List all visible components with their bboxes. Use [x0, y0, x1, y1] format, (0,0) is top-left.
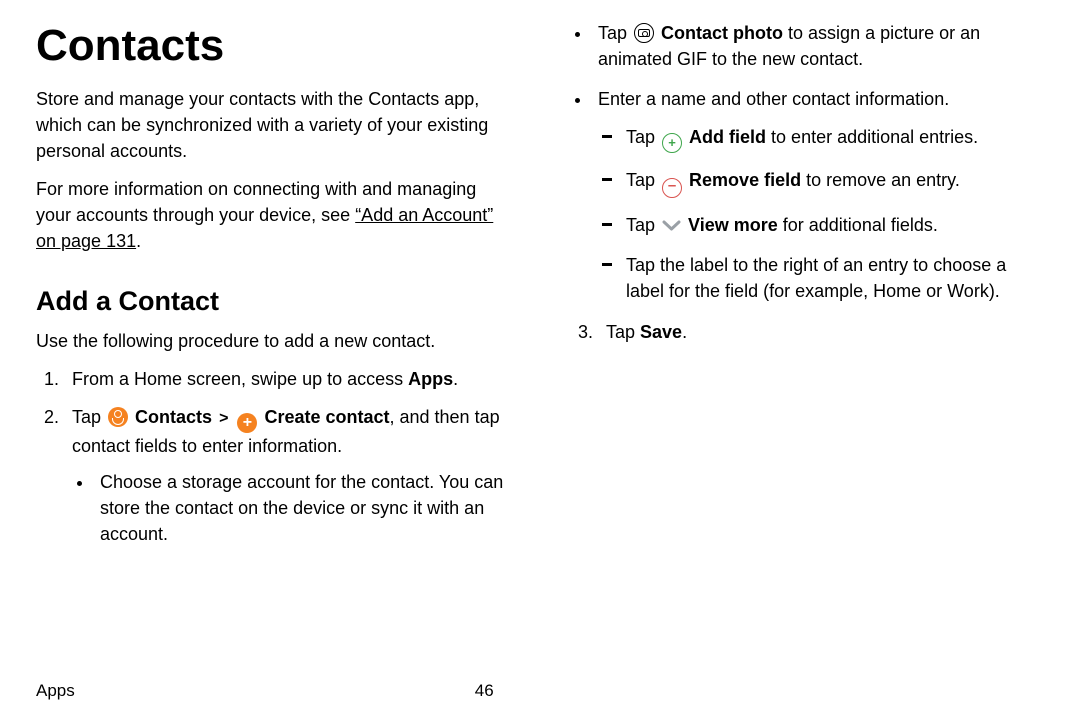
page-footer: Apps 46: [36, 675, 1044, 720]
d2-pre: Tap: [626, 170, 660, 190]
intro2-post: .: [136, 231, 141, 251]
contacts-label: Contacts: [135, 407, 212, 427]
procedure-steps-continued: Tap Save.: [570, 319, 1042, 345]
step2-pre: Tap: [72, 407, 106, 427]
procedure-steps: From a Home screen, swipe up to access A…: [36, 366, 508, 547]
right-column: Tap Contact photo to assign a picture or…: [570, 14, 1042, 675]
step2-bullet-storage: Choose a storage account for the contact…: [94, 469, 508, 547]
page-title: Contacts: [36, 14, 508, 78]
d1-pre: Tap: [626, 127, 660, 147]
dash-view-more: Tap View more for additional fields.: [620, 212, 1042, 238]
manual-page: Contacts Store and manage your contacts …: [0, 0, 1080, 720]
contact-photo-label: Contact photo: [661, 23, 783, 43]
save-label: Save: [640, 322, 682, 342]
step2-continued-bullets: Tap Contact photo to assign a picture or…: [570, 20, 1042, 305]
d3-pre: Tap: [626, 215, 660, 235]
view-more-label: View more: [688, 215, 778, 235]
step2-sub-bullets: Choose a storage account for the contact…: [72, 469, 508, 547]
b2-text: Enter a name and other contact informati…: [598, 89, 949, 109]
step-2: Tap Contacts > Create contact, and then …: [64, 404, 508, 547]
create-contact-label: Create contact: [264, 407, 389, 427]
dash-remove-field: Tap Remove field to remove an entry.: [620, 167, 1042, 198]
section-heading-add-contact: Add a Contact: [36, 282, 508, 321]
bullet-enter-name: Enter a name and other contact informati…: [592, 86, 1042, 304]
b1-pre: Tap: [598, 23, 632, 43]
section-desc: Use the following procedure to add a new…: [36, 328, 508, 354]
chevron-down-icon: [662, 219, 681, 232]
plus-icon: [662, 133, 682, 153]
field-sub-dashes: Tap Add field to enter additional entrie…: [598, 124, 1042, 304]
minus-icon: [662, 178, 682, 198]
remove-field-label: Remove field: [689, 170, 801, 190]
b1-post: to assign a picture or an animated GIF t…: [598, 23, 980, 69]
camera-icon: [634, 23, 654, 43]
dash-add-field: Tap Add field to enter additional entrie…: [620, 124, 1042, 153]
step3-post: .: [682, 322, 687, 342]
intro-paragraph-2: For more information on connecting with …: [36, 176, 508, 254]
create-contact-icon: [237, 413, 257, 433]
two-column-layout: Contacts Store and manage your contacts …: [36, 14, 1044, 675]
intro-paragraph-1: Store and manage your contacts with the …: [36, 86, 508, 164]
breadcrumb-chevron-icon: >: [217, 410, 230, 427]
apps-label: Apps: [408, 369, 453, 389]
step-3: Tap Save.: [598, 319, 1042, 345]
bullet-contact-photo: Tap Contact photo to assign a picture or…: [592, 20, 1042, 72]
d3-post: for additional fields.: [778, 215, 938, 235]
contacts-app-icon: [108, 407, 128, 427]
footer-page-number: 46: [475, 679, 494, 704]
step3-pre: Tap: [606, 322, 640, 342]
dash-choose-label: Tap the label to the right of an entry t…: [620, 252, 1042, 304]
step-1: From a Home screen, swipe up to access A…: [64, 366, 508, 392]
d2-post: to remove an entry.: [801, 170, 960, 190]
step1-pre: From a Home screen, swipe up to access: [72, 369, 408, 389]
step1-post: .: [453, 369, 458, 389]
footer-section-label: Apps: [36, 679, 75, 704]
d1-post: to enter additional entries.: [766, 127, 978, 147]
left-column: Contacts Store and manage your contacts …: [36, 14, 508, 675]
add-field-label: Add field: [689, 127, 766, 147]
